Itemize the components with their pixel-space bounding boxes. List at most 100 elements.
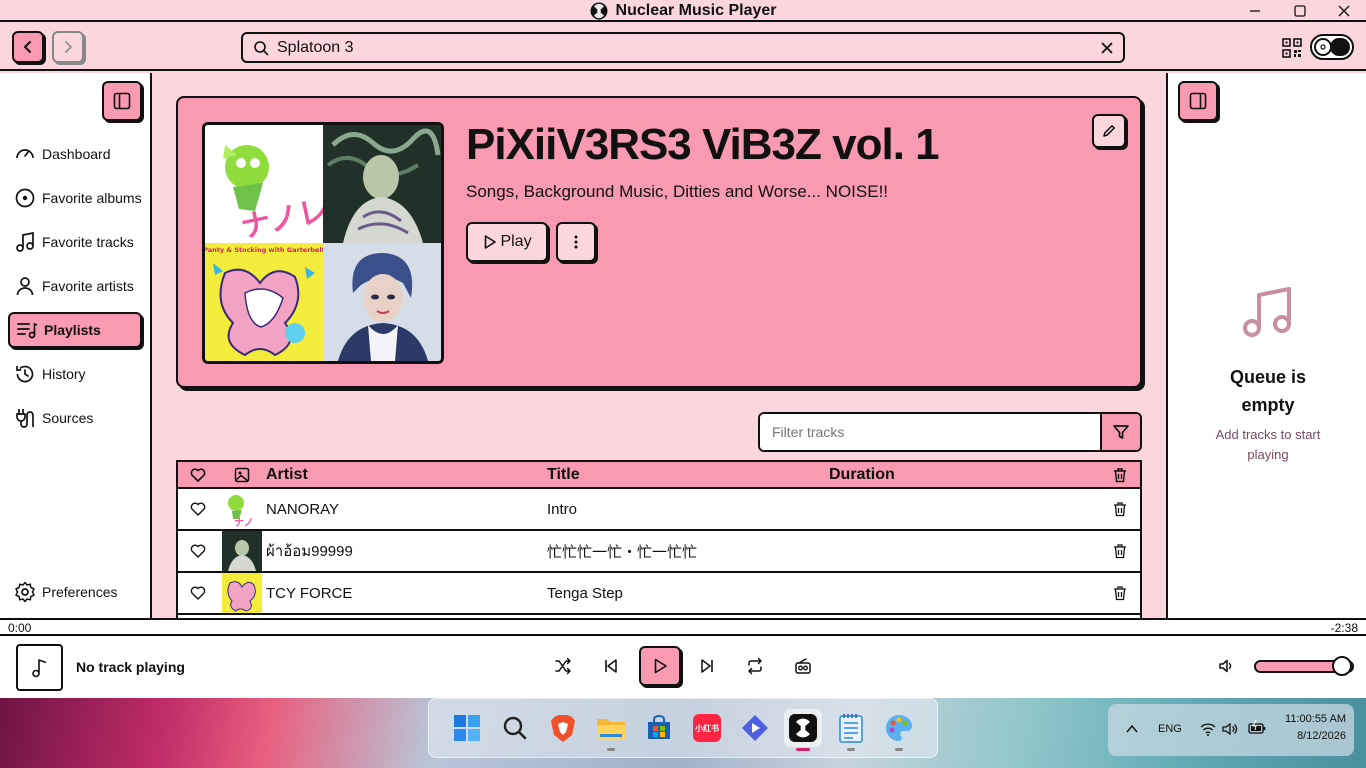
clock-date[interactable]: 8/12/2026 [1297,730,1346,742]
table-row[interactable]: ผ้าอ้อม99999 忙忙忙一忙・忙一忙忙 [178,531,1140,573]
theme-toggle[interactable] [1310,34,1354,60]
sidebar-item-label: Sources [42,410,94,426]
seek-bar[interactable]: 0:00 -2:38 [0,618,1366,636]
taskbar-search-icon[interactable] [496,709,534,747]
delete-track-button[interactable] [1100,543,1140,559]
delete-track-button[interactable] [1100,585,1140,601]
sidebar-item-dashboard[interactable]: Dashboard [8,136,142,172]
sidebar-item-sources[interactable]: Sources [8,400,142,436]
radio-button[interactable] [789,652,817,680]
tracks-table: Artist Title Duration ナノ NANORAY Intro ผ… [176,460,1142,618]
favorite-toggle[interactable] [178,501,218,517]
duration-column-header[interactable]: Duration [829,466,1100,484]
paint-icon[interactable] [880,709,918,751]
microsoft-store-icon[interactable] [640,709,678,747]
next-button[interactable] [693,652,721,680]
toggle-queue-button[interactable] [1178,81,1218,121]
repeat-button[interactable] [741,652,769,680]
filter-tracks [758,412,1142,452]
sidebar-item-label: Favorite albums [42,190,142,206]
table-row[interactable]: TCY FORCE Tenga Step [178,573,1140,615]
play-pause-button[interactable] [639,646,681,686]
cover-art-4 [323,243,441,361]
clock-time[interactable]: 11:00:55 AM [1285,713,1346,725]
battery-icon[interactable] [1248,720,1266,736]
user-icon [16,277,34,296]
cover-art-3: Panty & Stocking with Garterbelt [205,243,323,361]
window-title: Nuclear Music Player [0,0,1366,22]
favorite-toggle[interactable] [178,585,218,601]
close-window-button[interactable] [1321,0,1366,22]
sidebar-item-playlists[interactable]: Playlists [8,312,142,348]
playlist-header: ナノレイ Panty & Stocking with Garterbelt Pi… [176,96,1142,388]
chevron-up-icon[interactable] [1126,724,1138,734]
chevron-left-icon [24,41,31,53]
now-playing-cover [16,644,63,691]
notepad-icon[interactable] [832,709,870,751]
maximize-button[interactable] [1277,0,1323,22]
minimize-button[interactable] [1232,0,1278,22]
filter-button[interactable] [1100,414,1140,450]
nuclear-music-player-taskbar-icon[interactable] [784,709,822,751]
volume-button[interactable] [1212,652,1240,680]
sidebar-item-favorite-artists[interactable]: Favorite artists [8,268,142,304]
speaker-icon[interactable] [1222,722,1238,736]
taskbar-apps: 小红书 [428,698,938,758]
filter-tracks-input[interactable] [760,414,1100,450]
toggle-sidebar-button[interactable] [102,81,142,121]
play-playlist-button[interactable]: Play [466,222,548,262]
table-header: Artist Title Duration [178,462,1140,489]
volume-icon [1219,659,1232,673]
qr-code-icon [1282,38,1302,58]
title-column-header[interactable]: Title [547,466,829,484]
shuffle-button[interactable] [549,652,577,680]
track-title: Intro [547,500,578,518]
playlist-description: Songs, Background Music, Ditties and Wor… [466,182,889,201]
more-options-button[interactable] [556,222,596,262]
xiaohongshu-icon[interactable]: 小红书 [688,709,726,747]
language-indicator[interactable]: ENG [1158,723,1182,735]
back-button[interactable] [12,31,44,63]
image-icon [234,467,250,482]
previous-button[interactable] [597,652,625,680]
track-artist: NANORAY [266,500,340,518]
sidebar-item-label: Dashboard [42,146,111,162]
clear-search-icon[interactable] [1101,42,1113,54]
search-input[interactable] [277,38,1093,57]
file-explorer-icon[interactable] [592,709,630,751]
forward-button[interactable] [52,31,84,63]
qr-code-button[interactable] [1282,38,1302,58]
skip-back-icon [605,659,617,673]
heart-icon [190,586,206,600]
playlist-icon [17,322,38,339]
windows-taskbar: 小红书 ENG 11:00:55 AM 8/12/2026 [0,698,1366,768]
brave-browser-icon[interactable] [544,709,582,747]
heart-icon [190,502,206,516]
artist-column-header[interactable]: Artist [266,466,547,484]
favorite-toggle[interactable] [178,543,218,559]
sidebar-item-favorite-albums[interactable]: Favorite albums [8,180,142,216]
queue-empty-subtitle: Add tracks to start playing [1215,427,1321,462]
repeat-icon [748,657,762,675]
table-row[interactable]: ナノ NANORAY Intro [178,489,1140,531]
sidebar-item-history[interactable]: History [8,356,142,392]
windows-start-icon[interactable] [448,709,486,747]
search-bar[interactable] [241,32,1125,63]
skip-forward-icon [701,659,713,673]
volume-knob[interactable] [1332,656,1352,676]
nuclear-logo-icon [590,2,608,20]
edit-playlist-button[interactable] [1092,114,1126,148]
disc-icon [15,188,35,208]
sidebar-item-label: Favorite artists [42,278,134,294]
queue-panel: Queue is empty Add tracks to start playi… [1166,73,1366,618]
sidebar-item-preferences[interactable]: Preferences [8,574,142,610]
copilot-app-icon[interactable] [736,709,774,747]
panel-right-icon [1189,92,1207,110]
track-thumbnail [218,531,266,571]
play-button-label: Play [500,233,532,250]
wifi-icon[interactable] [1200,722,1216,736]
close-icon [1338,5,1350,17]
sidebar-item-favorite-tracks[interactable]: Favorite tracks [8,224,142,260]
delete-track-button[interactable] [1100,501,1140,517]
remaining-time: -2:38 [1330,621,1358,635]
